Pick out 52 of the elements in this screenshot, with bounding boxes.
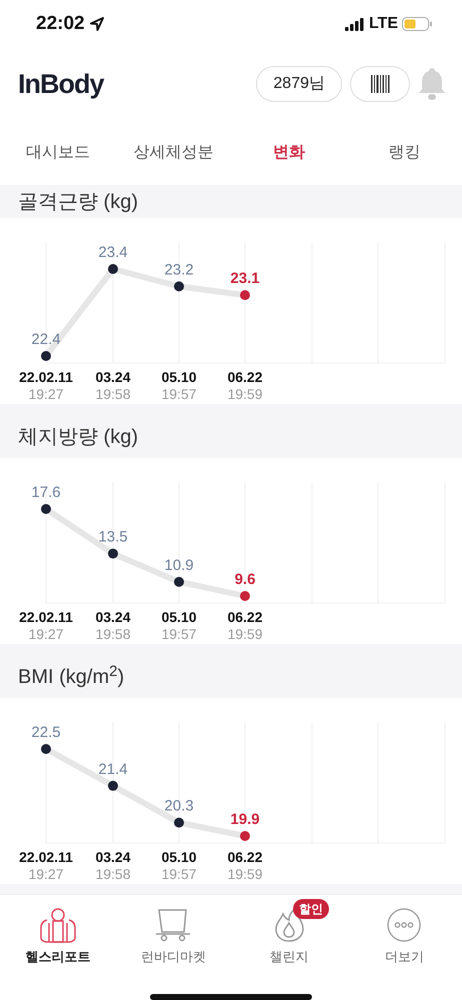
time-label: 19:58 <box>95 866 131 882</box>
date-label: 05.10 <box>161 609 197 625</box>
sale-badge: 할인 <box>292 899 329 919</box>
section-title: BMI (kg/m$^{2}$) <box>18 662 124 690</box>
value-label: 23.4 <box>98 244 128 261</box>
nav-item[interactable]: 헬스리포트 <box>0 895 116 994</box>
value-label: 10.9 <box>164 556 194 574</box>
date-label: 05.10 <box>161 369 197 385</box>
user-button[interactable]: 2879님 <box>256 66 342 102</box>
date-label: 06.22 <box>227 849 263 865</box>
date-label: 22.02.11 <box>19 609 73 625</box>
network-label: LTE <box>368 14 398 34</box>
date-label: 22.02.11 <box>19 849 73 865</box>
nav-item[interactable]: 더보기 <box>346 895 462 994</box>
value-label: 21.4 <box>98 760 128 778</box>
status-time: 22:02 <box>36 12 85 36</box>
section-title: 골격근량 (kg) <box>18 192 138 212</box>
time-label: 19:59 <box>227 386 263 402</box>
time-label: 19:57 <box>161 386 197 402</box>
nav-item[interactable]: 할인 챌린지 <box>231 895 346 994</box>
value-label: 19.9 <box>230 811 260 828</box>
date-label: 06.22 <box>227 369 263 385</box>
time-label: 19:59 <box>227 866 263 882</box>
value-label: 22.5 <box>31 724 61 741</box>
time-label: 19:57 <box>161 866 197 882</box>
time-label: 19:27 <box>28 626 64 642</box>
date-label: 05.10 <box>161 849 197 865</box>
tab[interactable]: 상세체성분 <box>116 140 231 166</box>
date-label: 03.24 <box>95 849 131 865</box>
value-label: 23.2 <box>164 261 194 278</box>
date-label: 03.24 <box>95 609 131 625</box>
time-label: 19:57 <box>161 626 197 642</box>
time-label: 19:27 <box>28 386 64 402</box>
app-logo: InBody <box>18 68 104 101</box>
value-label: 17.6 <box>31 484 61 501</box>
time-label: 19:58 <box>95 626 131 642</box>
tab[interactable]: 랭킹 <box>346 140 462 166</box>
value-label: 22.4 <box>31 331 61 348</box>
tab[interactable]: 변화 <box>231 140 346 166</box>
value-label: 23.1 <box>230 270 260 288</box>
value-label: 9.6 <box>234 571 256 588</box>
date-label: 22.02.11 <box>19 369 73 385</box>
date-label: 06.22 <box>227 609 263 625</box>
value-label: 20.3 <box>164 798 194 815</box>
time-label: 19:59 <box>227 626 263 642</box>
value-label: 13.5 <box>98 528 128 546</box>
time-label: 19:58 <box>95 386 131 402</box>
section-title: 체지방량 (kg) <box>18 425 138 450</box>
date-label: 03.24 <box>95 369 131 385</box>
time-label: 19:27 <box>28 866 64 882</box>
nav-item[interactable]: 런바디마켓 <box>116 895 231 994</box>
tab[interactable]: 대시보드 <box>0 140 116 166</box>
